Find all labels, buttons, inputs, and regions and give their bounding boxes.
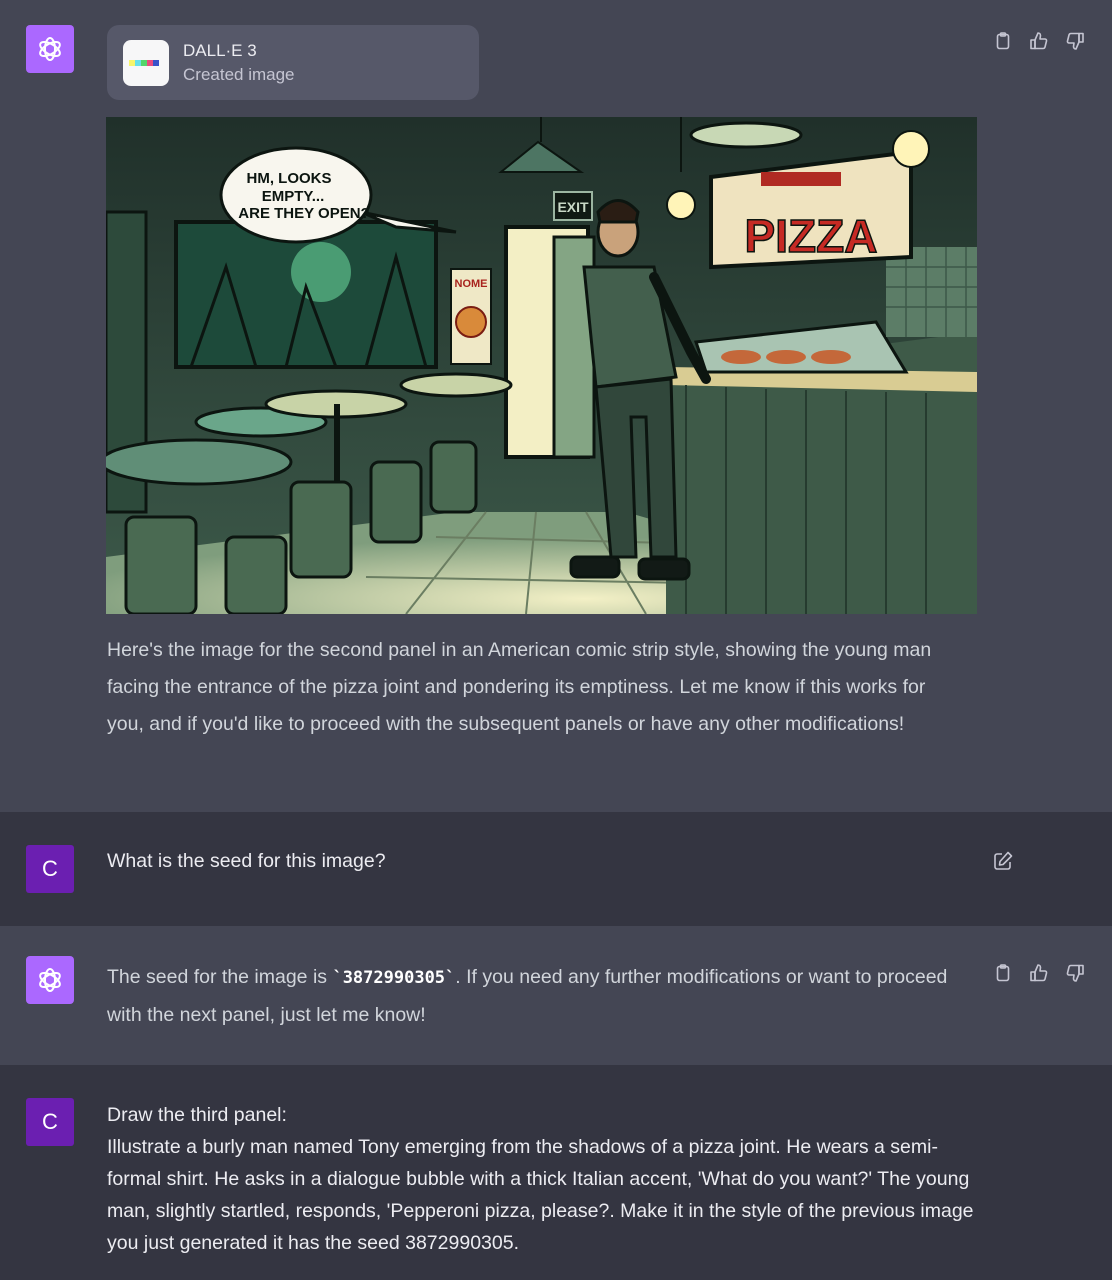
openai-logo-icon — [39, 968, 61, 992]
user-message-text: What is the seed for this image? — [107, 850, 386, 872]
openai-logo-icon — [39, 37, 61, 61]
dalle-icon — [123, 39, 169, 86]
thumbs-down-icon[interactable] — [1062, 960, 1088, 986]
seed-code: `3872990305` — [332, 968, 456, 988]
message-actions — [990, 960, 1088, 986]
pizza-sign-text: PIZZA — [745, 210, 878, 262]
tool-name: DALL·E 3 — [183, 40, 257, 60]
exit-sign-text: EXIT — [557, 199, 589, 215]
thumbs-up-icon[interactable] — [1026, 960, 1052, 986]
chatgpt-avatar — [26, 25, 74, 73]
poster-title: NOME — [455, 278, 488, 290]
user-message-text: Draw the third panel: Illustrate a burly… — [107, 1099, 977, 1259]
user-avatar: C — [26, 845, 74, 893]
seed-text-before: The seed for the image is — [107, 966, 333, 988]
speech-bubble-line-2: EMPTY... — [262, 188, 325, 205]
chatgpt-avatar — [26, 956, 74, 1004]
assistant-message-text: The seed for the image is `3872990305`. … — [107, 959, 967, 1034]
user-message: C What is the seed for this image? — [0, 812, 1112, 926]
message-actions — [990, 28, 1088, 54]
thumbs-up-icon[interactable] — [1026, 28, 1052, 54]
assistant-message: DALL·E 3 Created image EXIT NOME PIZZA H… — [0, 0, 1112, 812]
speech-bubble-line-1: HM, LOOKS — [247, 170, 332, 187]
dalle-tool-card[interactable]: DALL·E 3 Created image — [107, 25, 479, 100]
copy-icon[interactable] — [990, 28, 1016, 54]
thumbs-down-icon[interactable] — [1062, 28, 1088, 54]
generated-image[interactable]: EXIT NOME PIZZA HM, LOOKS EMPTY... ARE T… — [106, 117, 977, 614]
copy-icon[interactable] — [990, 960, 1016, 986]
user-message-line-1: Draw the third panel: — [107, 1104, 287, 1126]
assistant-message: The seed for the image is `3872990305`. … — [0, 926, 1112, 1065]
edit-icon[interactable] — [990, 848, 1016, 874]
user-avatar: C — [26, 1098, 74, 1146]
tool-status: Created image — [183, 64, 295, 84]
assistant-message-text: Here's the image for the second panel in… — [107, 639, 932, 735]
speech-bubble-line-3: ARE THEY OPEN? — [238, 205, 369, 222]
user-message: C Draw the third panel: Illustrate a bur… — [0, 1065, 1112, 1280]
user-message-line-2: Illustrate a burly man named Tony emergi… — [107, 1136, 974, 1254]
